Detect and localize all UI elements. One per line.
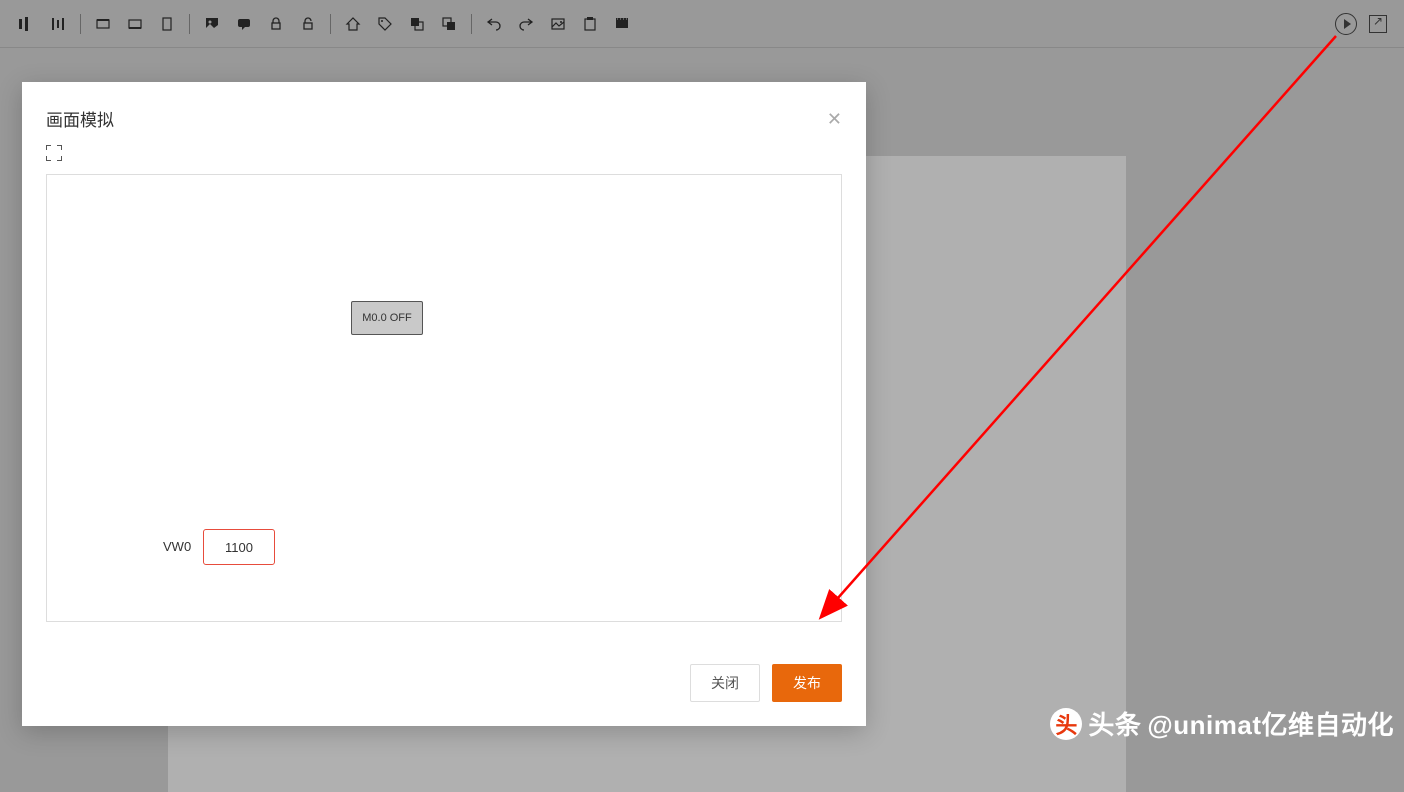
- watermark: 头 头条 @unimat亿维自动化: [1050, 705, 1394, 742]
- open-external-icon[interactable]: [1364, 10, 1392, 38]
- redo-icon[interactable]: [512, 10, 540, 38]
- rect-b-icon[interactable]: [121, 10, 149, 38]
- hmi-variable-value[interactable]: 1100: [203, 529, 275, 565]
- layers-back-icon[interactable]: [435, 10, 463, 38]
- simulation-modal: 画面模拟 ✕ M0.0 OFF VW0 1100 关闭 发布: [22, 82, 866, 726]
- device-icon[interactable]: [153, 10, 181, 38]
- fullscreen-icon[interactable]: [46, 145, 62, 161]
- image-icon[interactable]: [198, 10, 226, 38]
- layers-front-icon[interactable]: [403, 10, 431, 38]
- hmi-variable-label: VW0: [163, 539, 191, 554]
- align-icon[interactable]: [12, 10, 40, 38]
- clipboard-icon[interactable]: [576, 10, 604, 38]
- watermark-prefix: 头条: [1088, 705, 1141, 742]
- film-icon[interactable]: [608, 10, 636, 38]
- modal-footer: 关闭 发布: [690, 664, 842, 702]
- close-button[interactable]: 关闭: [690, 664, 760, 702]
- simulation-canvas: M0.0 OFF VW0 1100: [46, 174, 842, 622]
- watermark-badge-icon: 头: [1050, 708, 1082, 740]
- rect-t-icon[interactable]: [89, 10, 117, 38]
- play-icon[interactable]: [1332, 10, 1360, 38]
- distribute-icon[interactable]: [44, 10, 72, 38]
- picture-icon[interactable]: [544, 10, 572, 38]
- tag-icon[interactable]: [371, 10, 399, 38]
- modal-header: 画面模拟 ✕: [22, 82, 866, 141]
- unlock-icon[interactable]: [294, 10, 322, 38]
- lock-icon[interactable]: [262, 10, 290, 38]
- publish-button[interactable]: 发布: [772, 664, 842, 702]
- chat-icon[interactable]: [230, 10, 258, 38]
- close-icon[interactable]: ✕: [827, 110, 842, 128]
- top-toolbar: [0, 0, 1404, 48]
- home-icon[interactable]: [339, 10, 367, 38]
- modal-title: 画面模拟: [46, 106, 114, 131]
- modal-toolbar: [22, 141, 866, 174]
- hmi-state-button[interactable]: M0.0 OFF: [351, 301, 423, 335]
- watermark-handle: @unimat亿维自动化: [1147, 705, 1394, 742]
- undo-icon[interactable]: [480, 10, 508, 38]
